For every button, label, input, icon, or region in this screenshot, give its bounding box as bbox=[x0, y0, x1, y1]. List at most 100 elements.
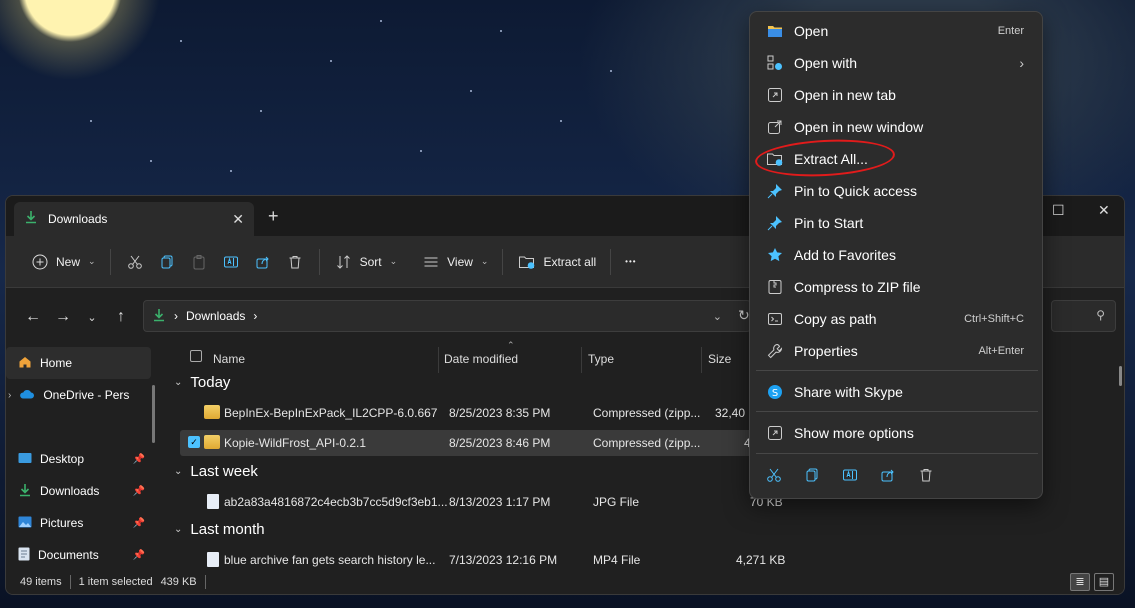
menu-item-copy-path[interactable]: Copy as path Ctrl+Shift+C bbox=[756, 304, 1038, 334]
menu-item-pin-start[interactable]: Pin to Start bbox=[756, 208, 1038, 238]
group-header-last-month[interactable]: ⌄ Last month bbox=[174, 521, 265, 538]
new-button[interactable]: New ⌄ bbox=[24, 246, 102, 278]
column-size[interactable]: Size bbox=[708, 352, 731, 366]
collapse-chevron-icon[interactable]: ⌄ bbox=[174, 377, 182, 388]
copy-button[interactable] bbox=[151, 246, 183, 278]
download-icon bbox=[152, 308, 166, 325]
breadcrumb-chevron-icon[interactable]: › bbox=[253, 309, 257, 323]
toolbar-divider bbox=[610, 248, 612, 275]
pin-icon[interactable]: 📌 bbox=[133, 550, 145, 561]
column-name[interactable]: Name bbox=[213, 352, 245, 366]
forward-arrow-icon[interactable]: → bbox=[48, 308, 78, 326]
view-switcher: ≣ ▤ bbox=[1070, 573, 1114, 591]
sidebar-item-label: Pictures bbox=[40, 516, 84, 530]
group-label: Today bbox=[190, 374, 231, 391]
pin-icon[interactable]: 📌 bbox=[133, 518, 145, 529]
menu-item-share-skype[interactable]: S Share with Skype bbox=[756, 377, 1038, 407]
menu-item-properties[interactable]: Properties Alt+Enter bbox=[756, 336, 1038, 366]
paste-button[interactable] bbox=[183, 246, 215, 278]
search-input[interactable]: ⚲ bbox=[1051, 300, 1116, 332]
table-row[interactable]: BepInEx-BepInExPack_IL2CPP-6.0.667 8/25/… bbox=[180, 400, 780, 426]
rename-icon[interactable] bbox=[842, 467, 858, 488]
toolbar-divider bbox=[502, 248, 504, 275]
breadcrumb-chevron-icon[interactable]: › bbox=[174, 309, 178, 323]
delete-button[interactable] bbox=[279, 246, 311, 278]
close-window-button[interactable]: ✕ bbox=[1098, 202, 1110, 219]
back-arrow-icon[interactable]: ← bbox=[18, 308, 48, 326]
close-tab-icon[interactable]: ✕ bbox=[232, 211, 244, 228]
more-options-button[interactable]: ••• bbox=[619, 246, 642, 278]
group-header-today[interactable]: ⌄ Today bbox=[174, 374, 230, 391]
trash-icon bbox=[285, 252, 305, 272]
collapse-chevron-icon[interactable]: ⌄ bbox=[174, 466, 182, 477]
pin-icon bbox=[766, 182, 784, 200]
tiles-view-icon[interactable]: ▤ bbox=[1094, 573, 1114, 591]
zip-folder-icon bbox=[204, 405, 220, 419]
column-date-modified[interactable]: Date modified bbox=[444, 352, 518, 366]
sidebar-item-documents[interactable]: Documents 📌 bbox=[6, 539, 151, 571]
desktop-icon bbox=[18, 452, 32, 467]
address-history-chevron-icon[interactable]: ⌄ bbox=[713, 310, 722, 323]
file-name: BepInEx-BepInExPack_IL2CPP-6.0.667 bbox=[224, 406, 438, 420]
sidebar-item-home[interactable]: Home bbox=[6, 347, 151, 379]
menu-item-open-with[interactable]: Open with › bbox=[756, 48, 1038, 78]
view-button[interactable]: View ⌄ bbox=[415, 246, 494, 278]
menu-item-open-new-window[interactable]: Open in new window bbox=[756, 112, 1038, 142]
wrench-icon bbox=[766, 342, 784, 360]
tab-downloads[interactable]: Downloads ✕ bbox=[14, 202, 254, 236]
file-date: 8/13/2023 1:17 PM bbox=[449, 495, 551, 509]
table-row[interactable]: ab2a83a4816872c4ecb3b7cc5d9cf3eb1... 8/1… bbox=[180, 489, 783, 515]
menu-item-compress-zip[interactable]: Compress to ZIP file bbox=[756, 272, 1038, 302]
breadcrumb-downloads[interactable]: Downloads bbox=[186, 309, 245, 323]
sidebar-item-onedrive[interactable]: › OneDrive - Perso bbox=[6, 379, 151, 411]
menu-item-pin-quick-access[interactable]: Pin to Quick access bbox=[756, 176, 1038, 206]
group-label: Last month bbox=[190, 521, 265, 538]
pin-icon[interactable]: 📌 bbox=[133, 486, 145, 497]
sidebar-item-desktop[interactable]: Desktop 📌 bbox=[6, 443, 151, 475]
share-icon bbox=[253, 252, 273, 272]
file-list-scrollbar[interactable] bbox=[1119, 366, 1122, 386]
menu-item-label: Pin to Quick access bbox=[794, 183, 917, 199]
details-view-icon[interactable]: ≣ bbox=[1070, 573, 1090, 591]
expand-chevron-icon[interactable]: › bbox=[8, 390, 11, 401]
scissors-icon[interactable] bbox=[766, 467, 782, 488]
new-tab-button[interactable]: + bbox=[268, 206, 279, 227]
column-divider[interactable] bbox=[701, 347, 702, 373]
cut-button[interactable] bbox=[119, 246, 151, 278]
menu-item-open-new-tab[interactable]: Open in new tab bbox=[756, 80, 1038, 110]
column-divider[interactable] bbox=[438, 347, 439, 373]
sidebar-scrollbar[interactable] bbox=[152, 385, 155, 443]
chevron-down-icon: ⌄ bbox=[389, 256, 398, 266]
column-type[interactable]: Type bbox=[588, 352, 614, 366]
menu-item-show-more-options[interactable]: Show more options bbox=[756, 418, 1038, 448]
menu-item-add-favorites[interactable]: Add to Favorites bbox=[756, 240, 1038, 270]
row-checkbox-checked[interactable]: ✓ bbox=[188, 436, 200, 448]
select-all-checkbox[interactable] bbox=[190, 350, 202, 362]
sidebar-item-pictures[interactable]: Pictures 📌 bbox=[6, 507, 151, 539]
collapse-chevron-icon[interactable]: ⌄ bbox=[174, 524, 182, 535]
file-name: ab2a83a4816872c4ecb3b7cc5d9cf3eb1... bbox=[224, 495, 448, 509]
download-icon bbox=[18, 483, 32, 500]
share-icon[interactable] bbox=[880, 467, 896, 488]
menu-item-open[interactable]: Open Enter bbox=[756, 16, 1038, 46]
maximize-button[interactable]: ☐ bbox=[1052, 202, 1065, 219]
zip-icon bbox=[766, 278, 784, 296]
copy-icon[interactable] bbox=[804, 467, 820, 488]
rename-button[interactable] bbox=[215, 246, 247, 278]
column-divider[interactable] bbox=[581, 347, 582, 373]
sidebar-item-downloads[interactable]: Downloads 📌 bbox=[6, 475, 151, 507]
table-row-selected[interactable]: ✓ Kopie-WildFrost_API-0.2.1 8/25/2023 8:… bbox=[180, 430, 780, 456]
trash-icon[interactable] bbox=[918, 467, 934, 488]
share-button[interactable] bbox=[247, 246, 279, 278]
menu-item-extract-all[interactable]: Extract All... bbox=[756, 144, 1038, 174]
sidebar-item-label: Desktop bbox=[40, 452, 85, 466]
group-header-last-week[interactable]: ⌄ Last week bbox=[174, 463, 258, 480]
up-arrow-icon[interactable]: ↑ bbox=[106, 308, 136, 326]
extract-all-button[interactable]: Extract all bbox=[511, 246, 602, 278]
menu-divider bbox=[756, 453, 1038, 454]
address-bar[interactable]: › Downloads › ⌄ bbox=[143, 300, 751, 332]
sort-button[interactable]: Sort ⌄ bbox=[328, 246, 404, 278]
pin-icon[interactable]: 📌 bbox=[133, 454, 145, 465]
recent-locations-chevron-icon[interactable]: ⌄ bbox=[78, 311, 106, 324]
refresh-icon[interactable]: ↻ bbox=[738, 307, 750, 324]
